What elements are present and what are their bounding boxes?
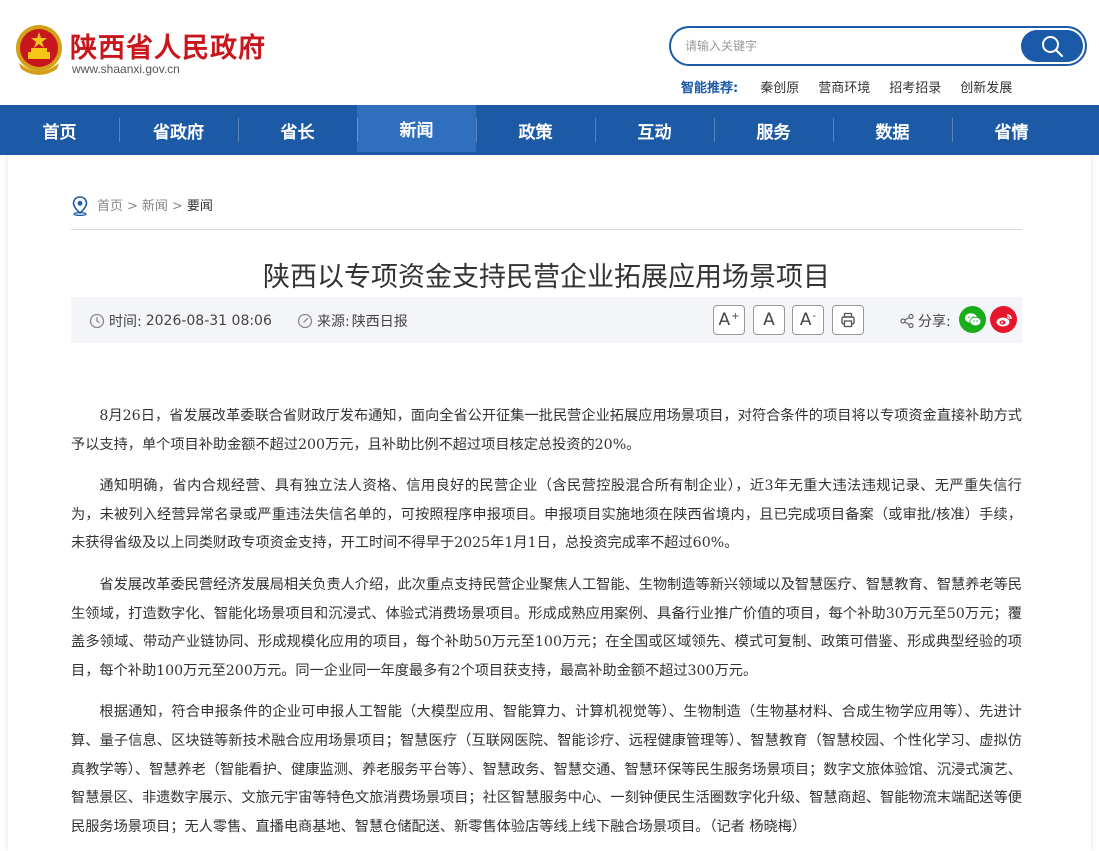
breadcrumb: 首页 > 新闻 > 要闻 [71, 196, 1022, 230]
nav-item-home[interactable]: 首页 [0, 105, 119, 155]
font-large-label: A [718, 310, 731, 330]
nav-item-interaction[interactable]: 互动 [595, 105, 714, 155]
nav-item-policy[interactable]: 政策 [476, 105, 595, 155]
site-title[interactable]: 陕西省人民政府 [70, 26, 266, 65]
breadcrumb-home[interactable]: 首页 [97, 197, 123, 217]
share-area: 分享: [899, 311, 951, 331]
nav-item-province[interactable]: 省情 [952, 105, 1071, 155]
weibo-icon [996, 313, 1012, 326]
article-paragraph: 通知明确，省内合规经营、具有独立法人资格、信用良好的民营企业（含民营控股混合所有… [71, 478, 1022, 552]
font-large-button[interactable]: A + [713, 305, 745, 335]
breadcrumb-news[interactable]: 新闻 [142, 197, 168, 217]
time-value: 2026-08-31 08:06 [145, 313, 272, 329]
print-button[interactable] [832, 305, 864, 335]
share-icon [900, 313, 914, 329]
recommend-label: 智能推荐: [681, 81, 739, 96]
font-medium-button[interactable]: A [753, 305, 785, 335]
source-label: 来源: [317, 314, 350, 330]
smart-recommend: 智能推荐: 秦创原 营商环境 招考招录 创新发展 [681, 77, 1031, 96]
nav-item-governor[interactable]: 省长 [238, 105, 357, 155]
site-header: 陕西省人民政府 www.shaanxi.gov.cn 智能推荐: 秦创原 营商环… [0, 0, 1099, 105]
article-paragraph: 根据通知，符合申报条件的企业可申报人工智能（大模型应用、智能算力、计算机视觉等）… [71, 704, 1022, 835]
printer-icon [841, 312, 855, 328]
font-medium-label: A [763, 310, 775, 330]
article-source: 来源: 陕西日报 [297, 311, 408, 331]
nav-item-news[interactable]: 新闻 [357, 105, 476, 152]
search-button[interactable] [1021, 30, 1083, 62]
site-url: www.shaanxi.gov.cn [72, 62, 180, 76]
font-small-mark: - [812, 310, 817, 322]
breadcrumb-current[interactable]: 要闻 [187, 197, 213, 217]
time-label: 时间: [109, 314, 142, 330]
location-icon [72, 196, 88, 216]
font-large-mark: + [731, 310, 740, 322]
recommend-link[interactable]: 营商环境 [818, 77, 870, 96]
article-meta-bar: 时间: 2026-08-31 08:06 来源: 陕西日报 A + A A- 分享… [71, 297, 1022, 343]
search-icon [1042, 36, 1064, 58]
national-emblem-icon[interactable] [13, 23, 65, 77]
search-input[interactable] [685, 36, 1015, 56]
nav-item-government[interactable]: 省政府 [119, 105, 238, 155]
source-value: 陕西日报 [351, 314, 408, 330]
breadcrumb-separator: > [127, 199, 138, 214]
breadcrumb-separator: > [171, 199, 183, 214]
publish-time: 时间: 2026-08-31 08:06 [89, 311, 272, 331]
share-label: 分享: [918, 314, 951, 330]
clock-icon [89, 313, 105, 329]
font-small-button[interactable]: A- [792, 305, 824, 335]
nav-item-data[interactable]: 数据 [833, 105, 952, 155]
article-paragraph: 8月26日，省发展改革委联合省财政厅发布通知，面向全省公开征集一批民营企业拓展应… [71, 408, 1022, 453]
article-body: 8月26日，省发展改革委联合省财政厅发布通知，面向全省公开征集一批民营企业拓展应… [71, 402, 1022, 851]
article-title: 陕西以专项资金支持民营企业拓展应用场景项目 [263, 262, 830, 293]
font-small-label: A [799, 310, 812, 330]
recommend-link[interactable]: 秦创原 [760, 77, 799, 96]
main-nav: 首页 省政府 省长 新闻 政策 互动 服务 数据 省情 [0, 105, 1099, 155]
article-paragraph: 省发展改革委民营经济发展局相关负责人介绍，此次重点支持民营企业聚焦人工智能、生物… [71, 576, 1022, 679]
nav-item-service[interactable]: 服务 [714, 105, 833, 155]
weibo-share-button[interactable] [990, 306, 1017, 333]
recommend-link[interactable]: 创新发展 [960, 77, 1012, 96]
search-box [669, 26, 1087, 66]
recommend-link[interactable]: 招考招录 [889, 77, 941, 96]
wechat-share-button[interactable] [959, 306, 986, 333]
compass-icon [297, 313, 313, 329]
wechat-icon [964, 312, 981, 326]
